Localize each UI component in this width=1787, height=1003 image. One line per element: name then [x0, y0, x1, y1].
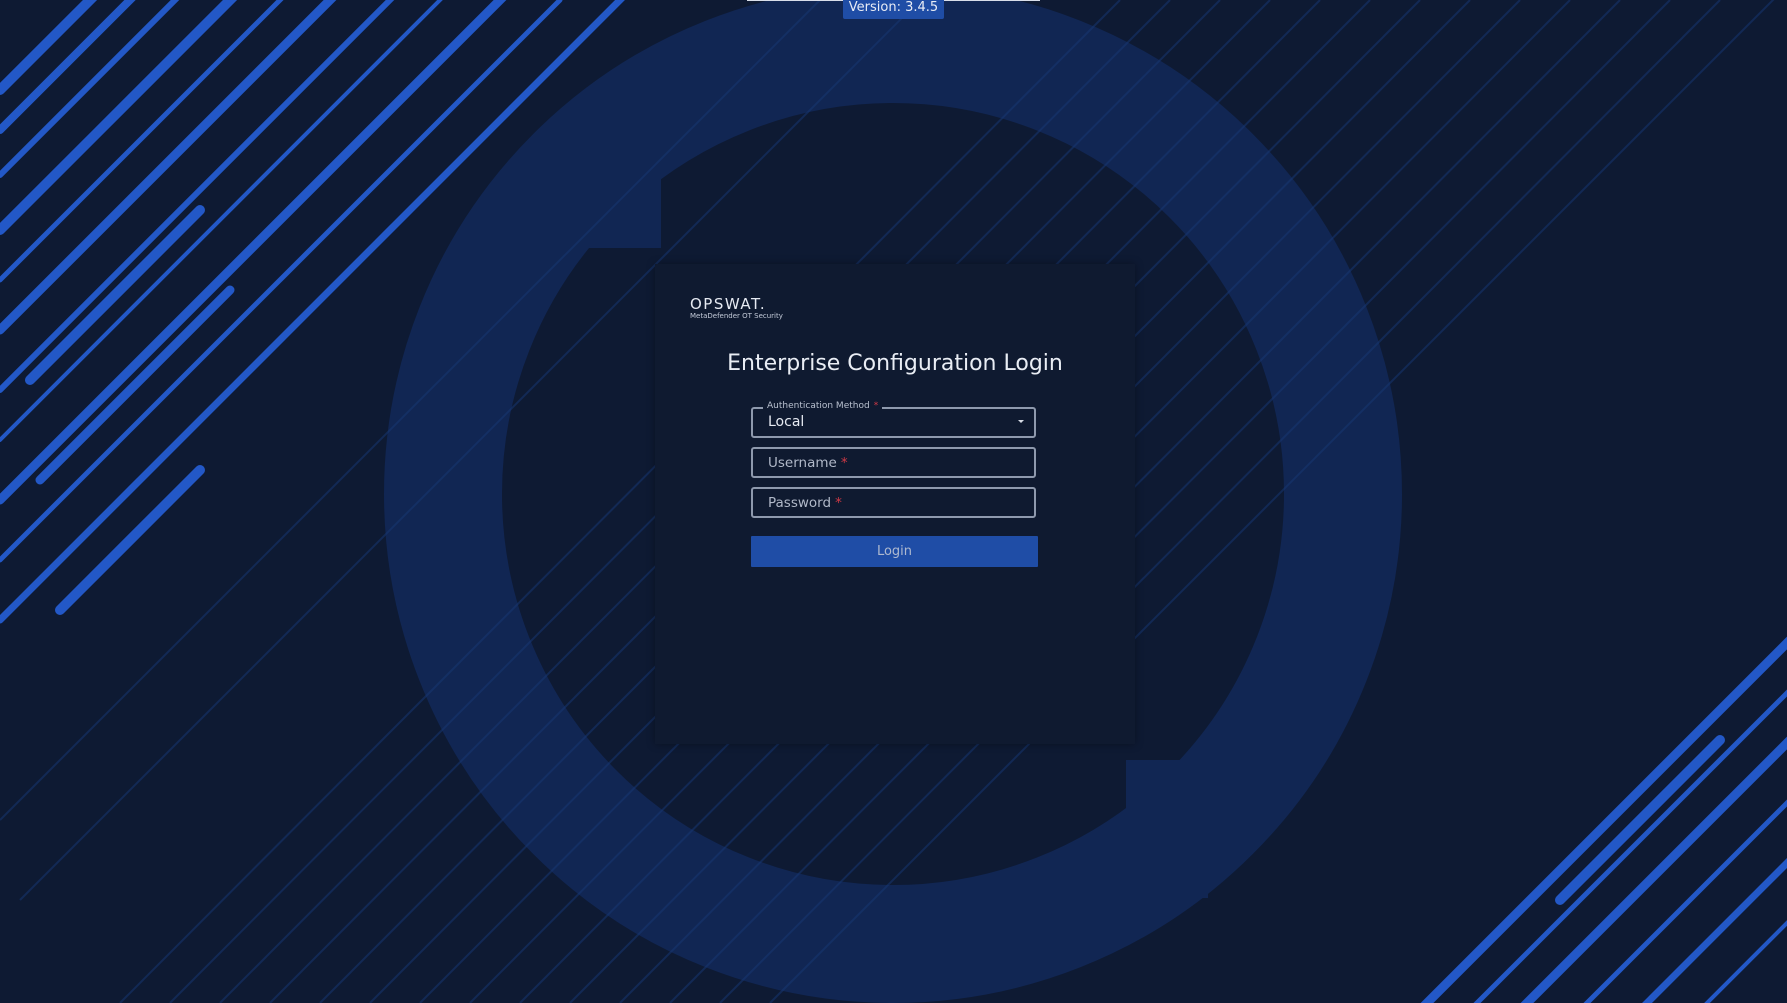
chevron-down-icon[interactable]: [1018, 420, 1024, 423]
opswat-logo: OPSWAT. MetaDefender OT Security: [690, 296, 783, 321]
logo-brand: OPSWAT.: [690, 295, 767, 313]
page-title: Enterprise Configuration Login: [727, 351, 1063, 376]
auth-method-select[interactable]: Authentication Method * Local: [751, 400, 1036, 438]
version-badge: Version: 3.4.5: [843, 0, 944, 19]
login-card: OPSWAT. MetaDefender OT Security Enterpr…: [655, 264, 1135, 744]
login-button[interactable]: Login: [751, 536, 1038, 567]
logo-product: MetaDefender OT Security: [690, 312, 783, 320]
username-field[interactable]: Username *: [751, 447, 1036, 478]
auth-method-value: Local: [768, 414, 805, 430]
password-input[interactable]: [753, 489, 1034, 516]
auth-method-label: Authentication Method *: [763, 400, 883, 412]
username-input[interactable]: [753, 449, 1034, 476]
password-field[interactable]: Password *: [751, 487, 1036, 518]
required-mark: *: [873, 401, 879, 411]
